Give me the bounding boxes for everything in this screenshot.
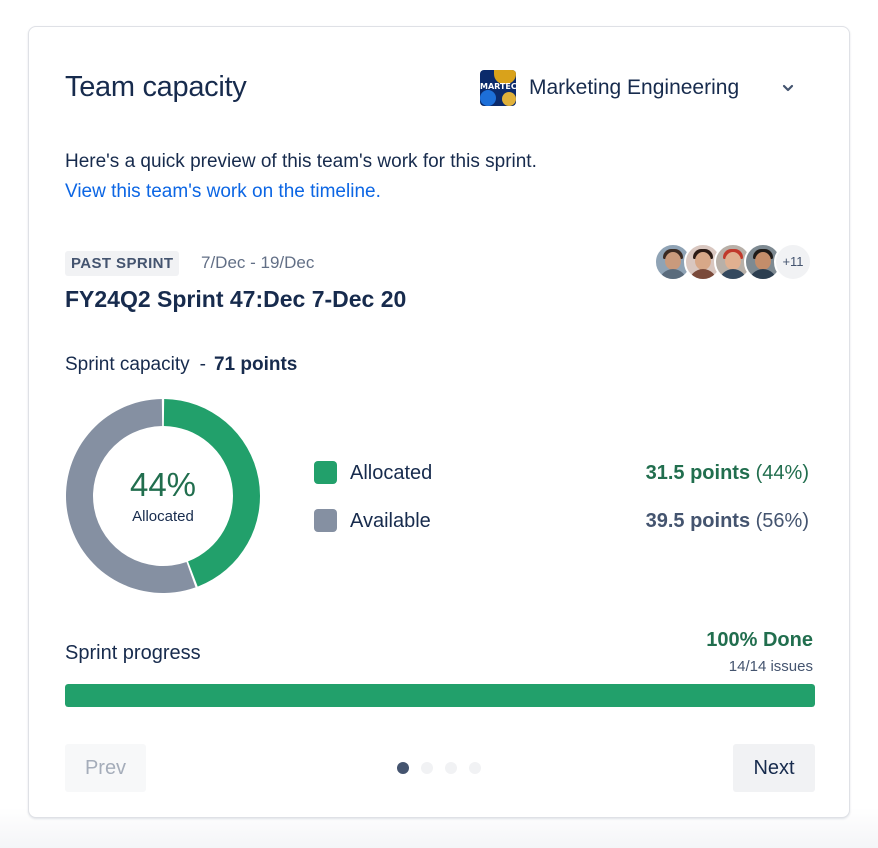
timeline-link[interactable]: View this team's work on the timeline.	[65, 181, 381, 203]
pager-dot[interactable]	[445, 762, 457, 774]
pager-dot[interactable]	[469, 762, 481, 774]
team-selector-dropdown[interactable]: MARTECH E Marketing Engineering	[480, 68, 806, 108]
member-avatar-group[interactable]: +11	[654, 243, 814, 281]
sprint-capacity-row: Sprint capacity -71 points	[65, 354, 297, 376]
legend-percent: (56%)	[755, 510, 809, 532]
legend-value-allocated: 31.5 points (44%)	[646, 462, 809, 485]
card-title: Team capacity	[65, 71, 247, 103]
chevron-down-icon	[782, 84, 794, 92]
prev-button[interactable]: Prev	[65, 744, 146, 792]
capacity-total: 71 points	[213, 354, 298, 375]
team-avatar-text: MARTECH E	[480, 82, 516, 91]
sprint-name: FY24Q2 Sprint 47:Dec 7-Dec 20	[65, 286, 407, 312]
progress-issues-text: 14/14 issues	[728, 658, 813, 675]
card-description: Here's a quick preview of this team's wo…	[65, 151, 537, 172]
legend-swatch-allocated	[314, 461, 337, 484]
donut-percent: 44%	[129, 466, 197, 503]
sprint-progress-bar	[65, 684, 815, 707]
legend-percent: (44%)	[755, 462, 809, 484]
team-name: Marketing Engineering	[529, 76, 740, 99]
sprint-progress-label: Sprint progress	[65, 642, 201, 664]
pager-dot[interactable]	[421, 762, 433, 774]
capacity-separator: -	[199, 354, 206, 375]
progress-bar-fill	[65, 684, 815, 707]
legend-label: Available	[350, 510, 431, 532]
sprint-dates: 7/Dec - 19/Dec	[201, 253, 315, 272]
legend-row-allocated: Allocated 31.5 points (44%)	[314, 461, 809, 485]
capacity-label: Sprint capacity	[65, 354, 190, 375]
legend-swatch-available	[314, 509, 337, 532]
pager-dot[interactable]	[397, 762, 409, 774]
capacity-donut-chart: 44% Allocated	[65, 398, 261, 594]
donut-caption: Allocated	[132, 508, 194, 525]
legend-value-available: 39.5 points (56%)	[646, 510, 809, 533]
team-avatar-icon: MARTECH E	[480, 70, 516, 106]
legend-label: Allocated	[350, 462, 433, 484]
more-members-badge[interactable]: +11	[774, 243, 812, 281]
team-capacity-card: Team capacity MARTECH E Marketing Engine…	[28, 26, 850, 818]
sprint-status-lozenge: PAST SPRINT	[65, 251, 180, 276]
pager-dots	[397, 762, 487, 774]
progress-done-text: 100% Done	[706, 629, 813, 651]
legend-points: 39.5 points	[645, 510, 751, 532]
legend-points: 31.5 points	[645, 462, 751, 484]
next-button[interactable]: Next	[733, 744, 815, 792]
legend-row-available: Available 39.5 points (56%)	[314, 509, 809, 533]
